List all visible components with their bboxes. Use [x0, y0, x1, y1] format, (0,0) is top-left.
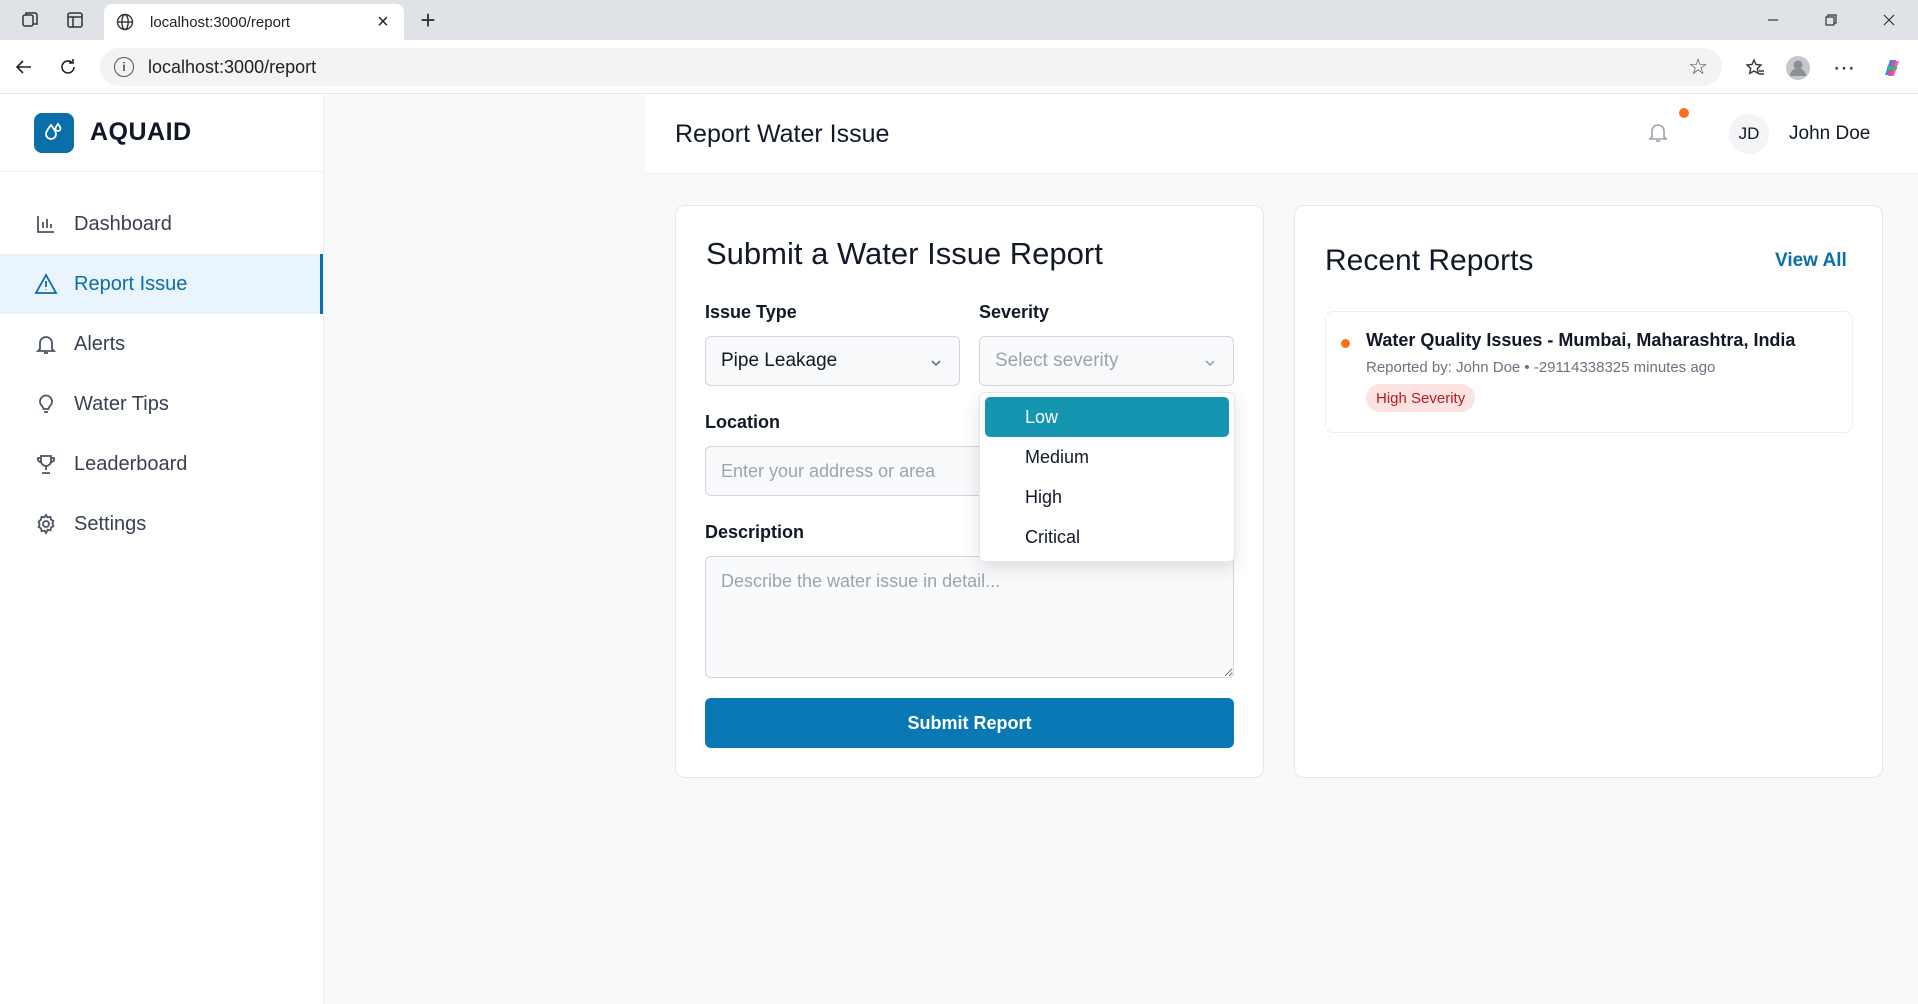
water-drop-logo-icon	[34, 112, 74, 153]
severity-select[interactable]: Select severity	[979, 336, 1234, 386]
sidebar-item-dashboard[interactable]: Dashboard	[0, 194, 323, 254]
more-menu-icon[interactable]: ⋯	[1827, 51, 1861, 85]
browser-tab-bar: localhost:3000/report × +	[0, 0, 1918, 40]
page-title: Report Water Issue	[675, 120, 890, 148]
recent-reports-title: Recent Reports	[1325, 244, 1534, 277]
favorites-icon[interactable]	[1738, 51, 1772, 85]
view-all-link[interactable]: View All	[1775, 250, 1847, 272]
list-item[interactable]: Water Quality Issues - Mumbai, Maharasht…	[1325, 311, 1853, 433]
issue-type-select[interactable]: Pipe Leakage	[705, 336, 960, 386]
issue-type-label: Issue Type	[705, 302, 797, 322]
severity-option-medium[interactable]: Medium	[985, 437, 1229, 477]
close-window-icon[interactable]	[1860, 0, 1918, 40]
description-label: Description	[705, 522, 805, 542]
severity-option-critical[interactable]: Critical	[985, 517, 1229, 557]
notification-bell-icon[interactable]	[1647, 120, 1673, 146]
sidebar: AQUAID Dashboard Report Issue Alerts Wat…	[0, 94, 324, 1004]
url-text: localhost:3000/report	[148, 56, 317, 77]
favorite-star-icon[interactable]: ☆	[1688, 54, 1708, 80]
lightbulb-icon	[34, 392, 58, 416]
bell-icon	[34, 332, 58, 356]
severity-dropdown-menu: Low Medium High Critical	[979, 392, 1235, 562]
report-meta: Reported by: John Doe • -29114338325 min…	[1366, 359, 1716, 376]
sidebar-item-alerts[interactable]: Alerts	[0, 314, 323, 374]
sidebar-menu: Dashboard Report Issue Alerts Water Tips…	[0, 194, 323, 554]
warning-icon	[34, 272, 58, 296]
tab-title: localhost:3000/report	[150, 13, 291, 31]
new-tab-icon[interactable]: +	[412, 4, 444, 36]
profile-icon[interactable]	[1781, 51, 1815, 85]
sidebar-item-label: Leaderboard	[74, 452, 188, 475]
user-name[interactable]: John Doe	[1789, 123, 1870, 145]
gear-icon	[34, 512, 58, 536]
location-label: Location	[705, 412, 780, 432]
close-tab-icon[interactable]: ×	[372, 11, 394, 33]
severity-badge: High Severity	[1366, 384, 1476, 412]
globe-icon	[114, 11, 136, 33]
sidebar-item-label: Alerts	[74, 332, 126, 355]
issue-type-value: Pipe Leakage	[721, 350, 838, 371]
back-icon[interactable]	[6, 49, 42, 85]
sidebar-item-label: Settings	[74, 512, 147, 535]
recent-reports-card: Recent Reports View All Water Quality Is…	[1294, 205, 1883, 778]
page-header: Report Water Issue JD John Doe	[645, 94, 1918, 174]
minimize-icon[interactable]	[1744, 0, 1802, 40]
address-bar: i localhost:3000/report ☆ ⋯	[0, 40, 1918, 94]
bar-chart-icon	[34, 212, 58, 236]
trophy-icon	[34, 452, 58, 476]
submit-report-button[interactable]: Submit Report	[705, 698, 1234, 748]
report-title: Water Quality Issues - Mumbai, Maharasht…	[1366, 330, 1796, 350]
notification-dot	[1679, 108, 1689, 118]
status-dot	[1341, 339, 1350, 348]
sidebar-item-label: Water Tips	[74, 392, 169, 415]
sidebar-item-water-tips[interactable]: Water Tips	[0, 374, 323, 434]
workspaces-icon[interactable]	[10, 0, 50, 40]
chevron-down-icon	[1203, 354, 1217, 368]
form-title: Submit a Water Issue Report	[706, 236, 1103, 271]
reload-icon[interactable]	[50, 49, 86, 85]
sidebar-item-label: Report Issue	[74, 272, 188, 295]
brand[interactable]: AQUAID	[0, 94, 323, 172]
window-controls	[1744, 0, 1918, 40]
restore-icon[interactable]	[1802, 0, 1860, 40]
chevron-down-icon	[929, 354, 943, 368]
severity-option-high[interactable]: High	[985, 477, 1229, 517]
severity-label: Severity	[979, 302, 1050, 322]
sidebar-item-leaderboard[interactable]: Leaderboard	[0, 434, 323, 494]
brand-name: AQUAID	[90, 118, 192, 146]
url-field[interactable]: i localhost:3000/report ☆	[100, 48, 1722, 86]
severity-placeholder: Select severity	[995, 350, 1119, 371]
browser-tab[interactable]: localhost:3000/report ×	[104, 4, 404, 40]
sidebar-item-settings[interactable]: Settings	[0, 494, 323, 554]
site-info-icon[interactable]: i	[114, 57, 134, 77]
sidebar-item-report-issue[interactable]: Report Issue	[0, 254, 323, 314]
sidebar-item-label: Dashboard	[74, 212, 172, 235]
avatar[interactable]: JD	[1729, 114, 1769, 154]
description-textarea[interactable]	[705, 556, 1234, 678]
copilot-icon[interactable]	[1875, 51, 1909, 85]
severity-option-low[interactable]: Low	[985, 397, 1229, 437]
vertical-tabs-icon[interactable]	[55, 0, 95, 40]
